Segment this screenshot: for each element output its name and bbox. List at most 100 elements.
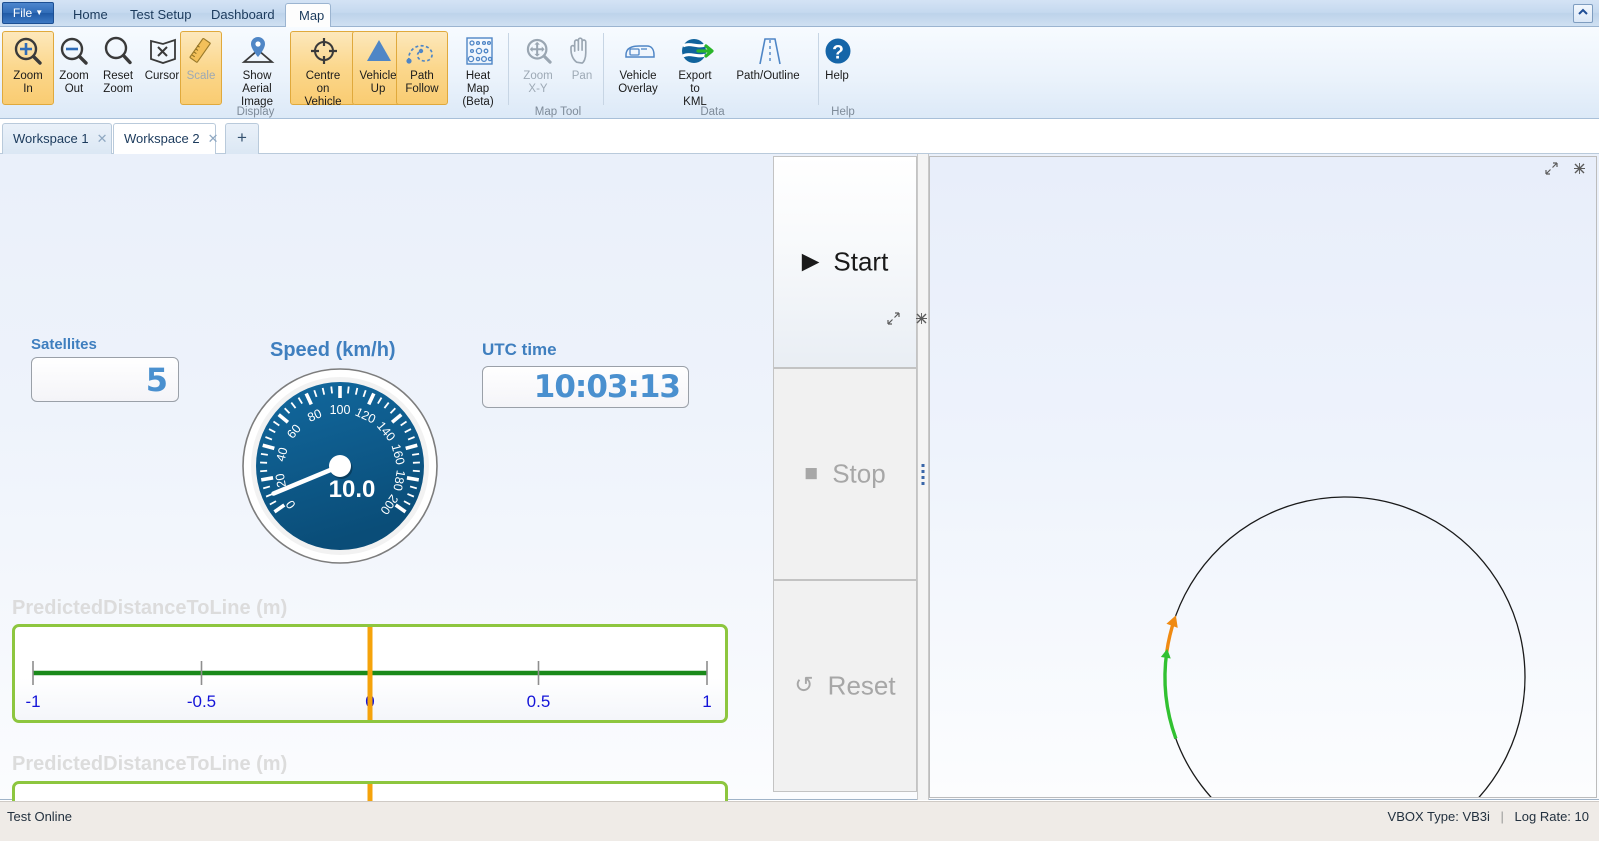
speed-gauge-title: Speed (km/h) bbox=[270, 339, 396, 361]
map-pin-icon bbox=[241, 37, 275, 63]
ribbon-group-label: Map Tool bbox=[534, 106, 582, 118]
ribbon-button-help[interactable]: ? Help bbox=[812, 31, 862, 105]
heat-map-icon bbox=[449, 35, 507, 69]
ribbon-button-show-aerial-image[interactable]: Show Aerial Image bbox=[222, 31, 292, 108]
ribbon-button-label: Help bbox=[825, 70, 849, 82]
hand-icon bbox=[559, 35, 605, 69]
zoom-xy-icon bbox=[526, 38, 552, 64]
path-outline-icon bbox=[727, 35, 809, 69]
workspace-tab-label: Workspace 2 bbox=[124, 131, 200, 146]
ribbon-button-scale: Scale bbox=[180, 31, 222, 105]
ribbon-button-label: Heat Map (Beta) bbox=[462, 70, 494, 108]
car-icon bbox=[625, 45, 655, 58]
chevron-up-icon bbox=[1578, 8, 1588, 15]
ribbon-button-pan: Pan bbox=[558, 31, 606, 105]
reset-button: ↺ Reset bbox=[773, 580, 917, 792]
ribbon-group-label: Help bbox=[831, 106, 855, 118]
application-window: File ▼ Home Test Setup Dashboard Map Display… bbox=[0, 0, 1599, 841]
workspace-canvas: Satellites 5 UTC time 10:03:13 Speed (km… bbox=[0, 154, 1599, 841]
splitter-grip bbox=[921, 464, 925, 490]
control-button-label: Stop bbox=[832, 458, 886, 489]
control-button-label: Reset bbox=[827, 670, 896, 701]
speed-value-text: 10.0 bbox=[329, 476, 376, 503]
ribbon-body: Display Zoom In Zoom Out Reset Zoom Cursor Scale… bbox=[0, 27, 1599, 119]
ribbon-button-zoom-x-y: Zoom X-Y bbox=[514, 31, 562, 105]
ribbon-button-label: Show Aerial Image bbox=[241, 70, 273, 108]
expand-icon[interactable] bbox=[1545, 162, 1561, 178]
bar-gauge-tick-label: 1 bbox=[702, 692, 711, 711]
ribbon-tab-home[interactable]: Home bbox=[60, 3, 108, 27]
workspace-tab-bar: Workspace 1 ✕ Workspace 2 ✕ + bbox=[0, 119, 1599, 154]
ribbon-button-path-follow[interactable]: Path Follow bbox=[396, 31, 448, 105]
workspace-tab-1[interactable]: Workspace 1 ✕ bbox=[2, 123, 112, 154]
satellites-value: 5 bbox=[31, 357, 179, 402]
svg-text:?: ? bbox=[832, 43, 844, 64]
speed-gauge: 0 20 40 60 80 100 120 140 160 180 200 10.0 bbox=[242, 368, 438, 564]
path-follow-icon bbox=[406, 44, 433, 64]
ribbon-button-heat-map-beta[interactable]: Heat Map (Beta) bbox=[448, 31, 508, 108]
close-icon[interactable]: ✕ bbox=[97, 131, 108, 146]
workspace-tab-label: Workspace 1 bbox=[13, 131, 89, 146]
ruler-icon bbox=[189, 37, 211, 63]
status-separator: | bbox=[1500, 809, 1504, 824]
vbox-type-text: VBOX Type: VB3i bbox=[1387, 809, 1490, 824]
path-follow-icon bbox=[397, 35, 447, 69]
ribbon-button-label: Centre on Vehicle bbox=[304, 70, 342, 108]
ribbon-tab-map[interactable]: Map bbox=[285, 3, 331, 28]
control-panel-tools bbox=[875, 312, 928, 328]
globe-export-icon bbox=[663, 35, 727, 69]
file-menu-label: File bbox=[12, 6, 33, 20]
status-bar: Test Online VBOX Type: VB3i | Log Rate: … bbox=[0, 801, 1599, 841]
ribbon-button-vehicle-overlay[interactable]: Vehicle Overlay bbox=[610, 31, 666, 105]
collapse-ribbon-button[interactable] bbox=[1573, 4, 1593, 23]
log-rate-text: Log Rate: 10 bbox=[1514, 809, 1589, 824]
bar-gauge-tick-label: -0.5 bbox=[187, 692, 216, 711]
ribbon-button-label: Path/Outline bbox=[736, 70, 800, 82]
crosshair-icon bbox=[291, 35, 355, 69]
stop-icon: ■ bbox=[804, 459, 819, 486]
track-outline-path bbox=[1164, 496, 1526, 841]
ribbon-tab-dashboard[interactable]: Dashboard bbox=[198, 3, 276, 27]
ribbon-button-label: Zoom X-Y bbox=[523, 70, 553, 95]
needle-hub bbox=[329, 455, 351, 477]
stop-button: ■ Stop bbox=[773, 368, 917, 580]
status-right: VBOX Type: VB3i | Log Rate: 10 bbox=[1388, 809, 1589, 824]
path-outline-icon bbox=[759, 38, 781, 65]
panel-splitter[interactable] bbox=[917, 154, 929, 800]
workspace-tab-2[interactable]: Workspace 2 ✕ bbox=[113, 123, 219, 154]
reset-icon: ↺ bbox=[794, 671, 814, 698]
bar-gauge-tick-label: -1 bbox=[25, 692, 40, 711]
ribbon-button-zoom-in[interactable]: Zoom In bbox=[2, 31, 54, 105]
hand-icon bbox=[570, 37, 587, 64]
map-panel[interactable] bbox=[929, 156, 1597, 841]
ribbon-button-label: Path Follow bbox=[405, 70, 439, 95]
close-icon[interactable] bbox=[915, 313, 928, 328]
globe-export-icon bbox=[682, 39, 714, 63]
file-menu-button[interactable]: File ▼ bbox=[2, 2, 54, 24]
car-icon bbox=[611, 35, 665, 69]
zoom-xy-icon bbox=[515, 35, 561, 69]
expand-icon[interactable] bbox=[887, 312, 903, 328]
speed-tick-label: 100 bbox=[330, 403, 351, 417]
control-button-label-wrap: ▶ Start bbox=[774, 247, 916, 278]
ribbon-tab-bar: File ▼ Home Test Setup Dashboard Map bbox=[0, 0, 1599, 28]
chevron-down-icon: ▼ bbox=[35, 8, 44, 17]
ribbon-button-label: Scale bbox=[186, 70, 216, 82]
add-workspace-button[interactable]: + bbox=[225, 123, 259, 154]
ribbon-tab-test-setup[interactable]: Test Setup bbox=[117, 3, 191, 27]
heat-map-icon bbox=[466, 37, 493, 65]
ribbon-button-centre-on-vehicle[interactable]: Centre on Vehicle bbox=[290, 31, 356, 108]
ribbon-button-label: Zoom In bbox=[13, 70, 43, 95]
ribbon-button-path-outline[interactable]: Path/Outline bbox=[726, 31, 810, 105]
start-button[interactable]: ▶ Start bbox=[773, 156, 917, 368]
bar-gauge-2-title: PredictedDistanceToLine (m) bbox=[12, 753, 288, 775]
satellites-label: Satellites bbox=[31, 336, 97, 353]
driven-path bbox=[1163, 651, 1178, 740]
ribbon-button-export-to-kml[interactable]: Export to KML bbox=[662, 31, 728, 108]
map-panel-tools bbox=[1533, 162, 1586, 178]
play-icon: ▶ bbox=[801, 247, 820, 274]
crosshair-icon bbox=[311, 38, 337, 64]
close-icon[interactable] bbox=[1573, 163, 1586, 178]
close-icon[interactable]: ✕ bbox=[208, 131, 219, 146]
ribbon-button-label: Pan bbox=[571, 70, 593, 82]
